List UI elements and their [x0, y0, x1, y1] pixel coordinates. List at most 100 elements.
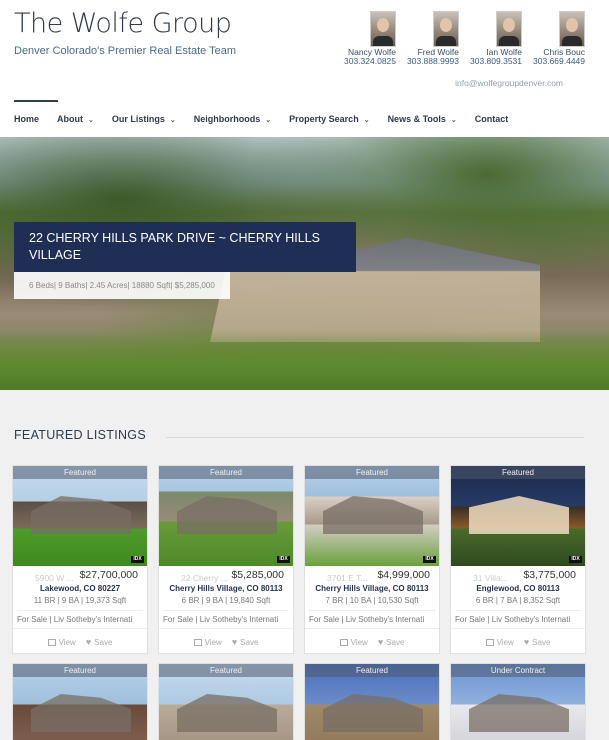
house-image	[469, 694, 569, 732]
listing-price: $4,999,000	[377, 569, 430, 581]
heading-divider	[166, 437, 584, 438]
listing-photo[interactable]: Featured	[159, 664, 293, 740]
agent-phone[interactable]: 303.888.9993	[407, 56, 459, 66]
listing-specs: 6 BR | 9 BA | 19,840 Sqft	[181, 596, 271, 605]
listing-photo[interactable]: Featured	[305, 664, 439, 740]
listing-specs: 7 BR | 10 BA | 10,530 Sqft	[325, 596, 419, 605]
save-button[interactable]: ♥ Save	[378, 637, 405, 647]
house-image	[31, 496, 131, 534]
listing-photo[interactable]: Featured IDX	[13, 466, 147, 566]
agent-photo[interactable]	[496, 11, 522, 47]
listing-actions: View ♥ Save	[451, 628, 585, 653]
listing-specs: 11 BR | 9 BA | 19,373 Sqft	[33, 596, 127, 605]
view-icon	[193, 638, 202, 646]
listing-card[interactable]: Featured IDX 5900 W ... $27,700,000 Lake…	[12, 465, 148, 654]
listing-card[interactable]: Featured	[304, 663, 440, 740]
agent-phone[interactable]: 303.669.4449	[533, 56, 585, 66]
contact-email[interactable]: info@wolfegroupdenver.com	[455, 78, 563, 88]
save-button[interactable]: ♥ Save	[86, 637, 113, 647]
view-label: View	[58, 637, 76, 647]
idx-logo: IDX	[131, 556, 144, 563]
view-button[interactable]: View	[47, 637, 76, 647]
status-badge: Under Contract	[451, 664, 585, 677]
agent-roster: Nancy Wolfe 303.324.0825 Fred Wolfe 303.…	[338, 11, 588, 88]
agent-photo[interactable]	[559, 11, 585, 47]
hero-caption[interactable]: 22 CHERRY HILLS PARK DRIVE ~ CHERRY HILL…	[14, 222, 356, 299]
listing-photo[interactable]: Featured IDX	[159, 466, 293, 566]
listing-broker: For Sale | Liv Sotheby's Internati	[17, 610, 143, 624]
chevron-down-icon: ⌄	[265, 117, 272, 124]
save-label: Save	[94, 637, 113, 647]
agent-phone[interactable]: 303.324.0825	[344, 56, 396, 66]
agent-photo[interactable]	[370, 11, 396, 47]
listing-price: $5,285,000	[231, 569, 284, 581]
house-image	[469, 496, 569, 534]
listing-city[interactable]: Cherry Hills Village, CO 80113	[163, 584, 289, 593]
listing-broker: For Sale | Liv Sotheby's Internati	[309, 610, 435, 624]
view-icon	[485, 638, 494, 646]
nav-label: Property Search	[289, 114, 359, 124]
view-label: View	[496, 637, 514, 647]
agent-photo[interactable]	[433, 11, 459, 47]
listing-card[interactable]: Featured IDX 31 Villa... $3,775,000 Engl…	[450, 465, 586, 654]
save-button[interactable]: ♥ Save	[524, 637, 551, 647]
listing-price: $27,700,000	[79, 569, 138, 581]
save-label: Save	[532, 637, 551, 647]
status-badge: Featured	[305, 466, 439, 479]
listing-card[interactable]: Featured	[12, 663, 148, 740]
listing-photo[interactable]: Featured IDX	[305, 466, 439, 566]
view-icon	[47, 638, 56, 646]
view-button[interactable]: View	[485, 637, 514, 647]
agent-phone[interactable]: 303.809.3531	[470, 56, 522, 66]
nav-label: Our Listings	[111, 114, 165, 124]
hero-title[interactable]: 22 CHERRY HILLS PARK DRIVE ~ CHERRY HILL…	[14, 222, 356, 272]
nav-label: News & Tools	[387, 114, 446, 124]
listing-actions: View ♥ Save	[13, 628, 147, 653]
nav-neighborhoods[interactable]: Neighborhoods ⌄	[194, 100, 271, 124]
status-badge: Featured	[159, 466, 293, 479]
chevron-down-icon: ⌄	[363, 117, 370, 124]
listing-actions: View ♥ Save	[159, 628, 293, 653]
listing-card[interactable]: Under Contract	[450, 663, 586, 740]
listing-details: 3701 E T... $4,999,000 Cherry Hills Vill…	[305, 566, 439, 624]
listing-actions: View ♥ Save	[305, 628, 439, 653]
view-label: View	[204, 637, 222, 647]
nav-home[interactable]: Home	[14, 100, 59, 124]
listing-price: $3,775,000	[523, 569, 576, 581]
listing-broker: For Sale | Liv Sotheby's Internati	[163, 610, 289, 624]
save-label: Save	[386, 637, 405, 647]
chevron-down-icon: ⌄	[169, 117, 176, 124]
heart-icon: ♥	[523, 637, 530, 647]
status-badge: Featured	[305, 664, 439, 677]
status-badge: Featured	[159, 664, 293, 677]
listing-city[interactable]: Lakewood, CO 80227	[17, 584, 143, 593]
site-logo[interactable]: The Wolfe Group Denver Colorado's Premie…	[14, 8, 236, 57]
idx-logo: IDX	[277, 556, 290, 563]
listing-card[interactable]: Featured IDX 22 Cherry ... $5,285,000 Ch…	[158, 465, 294, 654]
view-button[interactable]: View	[339, 637, 368, 647]
heart-icon: ♥	[231, 637, 238, 647]
listing-city[interactable]: Cherry Hills Village, CO 80113	[309, 584, 435, 593]
listing-card[interactable]: Featured	[158, 663, 294, 740]
save-button[interactable]: ♥ Save	[232, 637, 259, 647]
listing-photo[interactable]: Featured IDX	[451, 466, 585, 566]
listing-city[interactable]: Englewood, CO 80113	[455, 584, 581, 593]
nav-news-tools[interactable]: News & Tools ⌄	[388, 100, 457, 124]
nav-label: About	[57, 114, 84, 124]
nav-our-listings[interactable]: Our Listings ⌄	[112, 100, 176, 124]
site-tagline: Denver Colorado's Premier Real Estate Te…	[14, 45, 236, 57]
main-nav: Home About ⌄ Our Listings ⌄ Neighborhoods ⌄…	[14, 100, 526, 124]
view-button[interactable]: View	[193, 637, 222, 647]
listing-details: 22 Cherry ... $5,285,000 Cherry Hills Vi…	[159, 566, 293, 624]
listing-photo[interactable]: Under Contract	[451, 664, 585, 740]
save-label: Save	[240, 637, 259, 647]
featured-heading: FEATURED LISTINGS	[14, 428, 146, 442]
hero-banner[interactable]: 22 CHERRY HILLS PARK DRIVE ~ CHERRY HILL…	[0, 137, 609, 390]
nav-contact[interactable]: Contact	[475, 100, 509, 124]
listing-card[interactable]: Featured IDX 3701 E T... $4,999,000 Cher…	[304, 465, 440, 654]
listing-photo[interactable]: Featured	[13, 664, 147, 740]
view-icon	[339, 638, 348, 646]
nav-property-search[interactable]: Property Search ⌄	[289, 100, 369, 124]
nav-about[interactable]: About ⌄	[57, 100, 94, 124]
listing-specs: 6 BR | 7 BA | 8,352 Sqft	[475, 596, 561, 605]
